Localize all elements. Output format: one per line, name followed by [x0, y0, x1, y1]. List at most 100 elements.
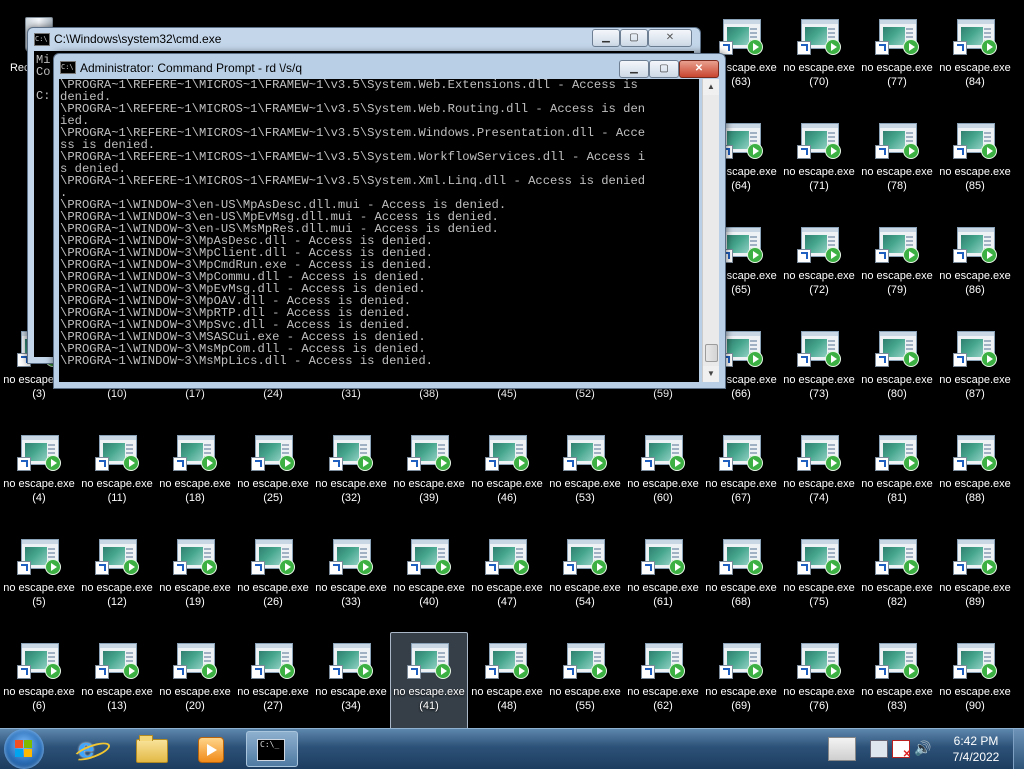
desktop-shortcut[interactable]: no escape.exe (85) — [936, 112, 1014, 216]
shortcut-number: (17) — [185, 388, 205, 400]
clock[interactable]: 6:42 PM 7/4/2022 — [934, 733, 1018, 765]
program-shortcut-icon — [483, 533, 531, 581]
program-shortcut-icon — [873, 325, 921, 373]
desktop-shortcut[interactable]: no escape.exe (67) — [702, 424, 780, 528]
desktop-shortcut[interactable]: no escape.exe (53) — [546, 424, 624, 528]
desktop-shortcut[interactable]: no escape.exe (12) — [78, 528, 156, 632]
program-shortcut-icon — [405, 533, 453, 581]
scroll-down-button[interactable]: ▼ — [703, 366, 719, 382]
taskbar-windows-explorer[interactable] — [124, 731, 176, 767]
shortcut-label: no escape.exe — [861, 62, 933, 74]
volume-icon[interactable]: 🔊 — [914, 740, 931, 756]
start-button[interactable] — [4, 729, 44, 769]
console-output[interactable]: \PROGRA~1\REFERE~1\MICROS~1\FRAMEW~1\v3.… — [59, 79, 699, 382]
desktop-shortcut[interactable]: no escape.exe (19) — [156, 528, 234, 632]
shortcut-number: (72) — [809, 284, 829, 296]
desktop-shortcut[interactable]: no escape.exe (69) — [702, 632, 780, 736]
desktop-shortcut[interactable]: no escape.exe (11) — [78, 424, 156, 528]
desktop-shortcut[interactable]: no escape.exe (25) — [234, 424, 312, 528]
program-shortcut-icon — [483, 429, 531, 477]
desktop-shortcut[interactable]: no escape.exe (88) — [936, 424, 1014, 528]
shortcut-number: (20) — [185, 700, 205, 712]
desktop-shortcut[interactable]: no escape.exe (75) — [780, 528, 858, 632]
desktop-shortcut[interactable]: no escape.exe (47) — [468, 528, 546, 632]
action-center-flag-icon[interactable]: ✕ — [892, 740, 911, 760]
cmd-window-admin[interactable]: C:\ Administrator: Command Prompt - rd \… — [53, 53, 726, 389]
desktop-shortcut[interactable]: no escape.exe (70) — [780, 8, 858, 112]
scroll-up-button[interactable]: ▲ — [703, 79, 719, 95]
vertical-scrollbar[interactable]: ▲ ▼ — [702, 79, 719, 382]
program-shortcut-icon — [951, 13, 999, 61]
media-player-icon — [198, 737, 224, 763]
desktop-shortcut[interactable]: no escape.exe (60) — [624, 424, 702, 528]
desktop-shortcut[interactable]: no escape.exe (34) — [312, 632, 390, 736]
shortcut-label: no escape.exe — [237, 686, 309, 698]
maximize-button[interactable]: ▢ — [620, 29, 648, 47]
desktop-shortcut[interactable]: no escape.exe (48) — [468, 632, 546, 736]
desktop-shortcut[interactable]: no escape.exe (74) — [780, 424, 858, 528]
console-line: \PROGRA~1\REFERE~1\MICROS~1\FRAMEW~1\v3.… — [60, 150, 646, 164]
cmd-window-admin-titlebar[interactable]: C:\ Administrator: Command Prompt - rd \… — [54, 54, 725, 78]
taskbar-internet-explorer[interactable]: e — [64, 731, 116, 767]
desktop-shortcut[interactable]: no escape.exe (77) — [858, 8, 936, 112]
desktop-shortcut[interactable]: no escape.exe (82) — [858, 528, 936, 632]
desktop-shortcut[interactable]: no escape.exe (20) — [156, 632, 234, 736]
shortcut-number: (45) — [497, 388, 517, 400]
desktop-shortcut[interactable]: no escape.exe (13) — [78, 632, 156, 736]
desktop-shortcut[interactable]: no escape.exe (76) — [780, 632, 858, 736]
desktop-shortcut[interactable]: no escape.exe (27) — [234, 632, 312, 736]
desktop-shortcut[interactable]: no escape.exe (4) — [0, 424, 78, 528]
program-shortcut-icon — [327, 637, 375, 685]
desktop-shortcut[interactable]: no escape.exe (68) — [702, 528, 780, 632]
desktop-shortcut[interactable]: no escape.exe (18) — [156, 424, 234, 528]
network-icon[interactable] — [870, 740, 888, 758]
desktop-shortcut[interactable]: no escape.exe (55) — [546, 632, 624, 736]
console-line: \PROGRA~1\REFERE~1\MICROS~1\FRAMEW~1\v3.… — [60, 174, 646, 188]
desktop-shortcut[interactable]: no escape.exe (40) — [390, 528, 468, 632]
desktop-shortcut[interactable]: no escape.exe (80) — [858, 320, 936, 424]
close-button[interactable]: ✕ — [679, 60, 719, 78]
desktop-shortcut[interactable]: no escape.exe (71) — [780, 112, 858, 216]
program-shortcut-icon — [795, 533, 843, 581]
minimize-button[interactable]: ▁ — [619, 60, 649, 78]
shortcut-number: (5) — [32, 596, 46, 608]
scroll-thumb[interactable] — [705, 344, 718, 362]
maximize-button[interactable]: ▢ — [649, 60, 679, 78]
desktop-shortcut[interactable]: no escape.exe (6) — [0, 632, 78, 736]
desktop-shortcut[interactable]: no escape.exe (32) — [312, 424, 390, 528]
taskbar-media-player[interactable] — [184, 731, 236, 767]
shortcut-number: (62) — [653, 700, 673, 712]
desktop-shortcut[interactable]: no escape.exe (84) — [936, 8, 1014, 112]
cmd-window-background-titlebar[interactable]: C:\ C:\Windows\system32\cmd.exe ▁ ▢ ✕ — [28, 28, 700, 50]
desktop-shortcut[interactable]: no escape.exe (79) — [858, 216, 936, 320]
minimize-button[interactable]: ▁ — [592, 29, 620, 47]
desktop-shortcut[interactable]: no escape.exe (83) — [858, 632, 936, 736]
desktop-shortcut[interactable]: no escape.exe (78) — [858, 112, 936, 216]
desktop-shortcut[interactable]: no escape.exe (46) — [468, 424, 546, 528]
desktop-shortcut[interactable]: no escape.exe (5) — [0, 528, 78, 632]
desktop-shortcut[interactable]: no escape.exe (73) — [780, 320, 858, 424]
desktop-shortcut[interactable]: no escape.exe (54) — [546, 528, 624, 632]
desktop-shortcut[interactable]: no escape.exe (72) — [780, 216, 858, 320]
desktop-shortcut[interactable]: no escape.exe (89) — [936, 528, 1014, 632]
desktop-shortcut[interactable]: no escape.exe (26) — [234, 528, 312, 632]
desktop-shortcut[interactable]: no escape.exe (39) — [390, 424, 468, 528]
desktop-shortcut[interactable]: no escape.exe (87) — [936, 320, 1014, 424]
desktop-shortcut[interactable]: no escape.exe (90) — [936, 632, 1014, 736]
shortcut-label: no escape.exe — [861, 166, 933, 178]
desktop-shortcut[interactable]: no escape.exe (33) — [312, 528, 390, 632]
desktop-shortcut[interactable]: no escape.exe (62) — [624, 632, 702, 736]
program-shortcut-icon — [405, 637, 453, 685]
shortcut-number: (48) — [497, 700, 517, 712]
desktop-shortcut[interactable]: no escape.exe (41) — [390, 632, 468, 736]
handwriting-icon[interactable] — [828, 737, 856, 761]
desktop-shortcut[interactable]: no escape.exe (86) — [936, 216, 1014, 320]
maximize-icon: ▢ — [629, 32, 639, 43]
desktop-shortcut[interactable]: no escape.exe (61) — [624, 528, 702, 632]
program-shortcut-icon — [561, 637, 609, 685]
close-button[interactable]: ✕ — [648, 29, 692, 47]
shortcut-number: (68) — [731, 596, 751, 608]
taskbar-command-prompt[interactable]: C:\_ — [246, 731, 298, 767]
show-desktop-button[interactable] — [1013, 729, 1024, 769]
desktop-shortcut[interactable]: no escape.exe (81) — [858, 424, 936, 528]
